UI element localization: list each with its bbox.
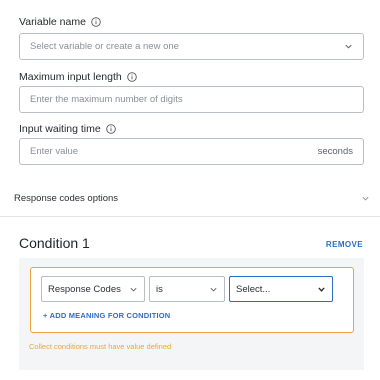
condition-title: Condition 1 — [19, 235, 90, 251]
max-input-length-input[interactable]: Enter the maximum number of digits — [19, 86, 364, 113]
condition-panel: Response Codes is Select... + ADD MEANIN… — [19, 258, 364, 370]
condition-operator-select[interactable]: is — [149, 276, 225, 302]
info-icon — [91, 17, 101, 27]
info-icon — [105, 124, 116, 134]
condition-error-text: Collect conditions must have value defin… — [29, 342, 172, 351]
chevron-down-icon — [362, 196, 369, 200]
response-codes-options-label: Response codes options — [14, 192, 119, 204]
info-icon — [126, 72, 137, 82]
seconds-suffix: seconds — [317, 146, 353, 157]
chevron-down-icon — [318, 287, 325, 292]
max-input-length-label: Maximum input length — [19, 71, 137, 83]
add-meaning-link[interactable]: + ADD MEANING FOR CONDITION — [43, 311, 170, 320]
condition-value-select[interactable]: Select... — [229, 276, 333, 302]
remove-condition-button[interactable]: REMOVE — [326, 240, 363, 249]
input-waiting-time-label: Input waiting time — [19, 123, 116, 135]
response-codes-options-toggle[interactable]: Response codes options — [14, 190, 370, 206]
input-waiting-time-input[interactable]: Enter value seconds — [19, 138, 364, 165]
section-divider — [0, 216, 380, 217]
variable-name-select[interactable]: Select variable or create a new one — [19, 33, 364, 60]
chevron-down-icon — [210, 287, 217, 291]
chevron-down-icon — [130, 287, 137, 291]
variable-name-label: Variable name — [19, 16, 101, 28]
condition-box: Response Codes is Select... + ADD MEANIN… — [30, 267, 354, 333]
condition-field-select[interactable]: Response Codes — [41, 276, 145, 302]
chevron-down-icon — [345, 44, 352, 49]
